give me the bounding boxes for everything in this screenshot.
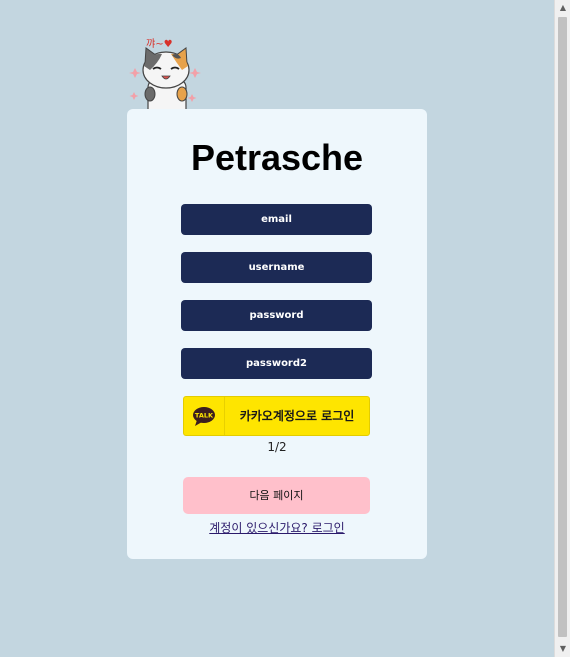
kakao-icon-box: TALK — [184, 397, 225, 435]
kakao-talk-icon: TALK — [193, 407, 215, 426]
page-viewport: 꺄~♥ Petrasche email username TALK 카카오계정으… — [0, 0, 554, 657]
username-field[interactable] — [181, 252, 372, 283]
scroll-up-arrow-icon[interactable]: ▲ — [555, 0, 570, 16]
signup-card: Petrasche TALK 카카오계정으로 로그인 1/2 다음 페이지 계정… — [127, 109, 427, 559]
cat-sticker-icon: 꺄~♥ — [129, 38, 201, 110]
page-indicator: 1/2 — [267, 440, 287, 454]
kakao-icon-text: TALK — [195, 412, 214, 420]
scroll-down-arrow-icon[interactable]: ▼ — [555, 641, 570, 657]
scroll-thumb[interactable] — [558, 17, 567, 637]
login-link[interactable]: 계정이 있으신가요? 로그인 — [127, 519, 427, 536]
kakao-login-button[interactable]: TALK 카카오계정으로 로그인 — [183, 396, 370, 436]
email-field[interactable] — [181, 204, 372, 235]
password-confirm-field[interactable] — [181, 348, 372, 379]
page-title: Petrasche — [190, 137, 364, 178]
kakao-login-label: 카카오계정으로 로그인 — [239, 409, 355, 423]
cat-caption: 꺄~♥ — [146, 38, 173, 50]
vertical-scrollbar[interactable]: ▲ ▼ — [554, 0, 570, 657]
next-page-button[interactable]: 다음 페이지 — [183, 477, 370, 514]
password-field[interactable] — [181, 300, 372, 331]
